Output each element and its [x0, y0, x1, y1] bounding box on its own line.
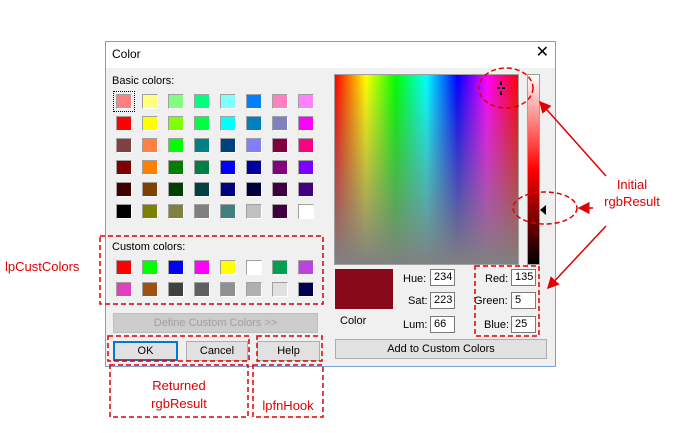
ok-cancel-box — [107, 335, 250, 362]
arrow-to-spectrum — [539, 100, 607, 177]
lpcustcolors-box — [99, 235, 324, 305]
arrow-to-rgb — [546, 225, 607, 290]
annotation-lpfnhook: lpfnHook — [262, 398, 314, 413]
initial-spectrum-highlight — [478, 67, 534, 109]
initial-slider-highlight — [512, 191, 578, 225]
help-box — [256, 335, 323, 362]
annotation-initial-rgbresult: Initial rgbResult — [604, 177, 660, 209]
annotation-returned-rgbresult: Returned rgbResult — [151, 378, 207, 411]
annotation-overlay — [99, 67, 607, 418]
rgb-fields-box — [474, 265, 540, 337]
annotation-lpcustcolors: lpCustColors — [5, 259, 80, 274]
